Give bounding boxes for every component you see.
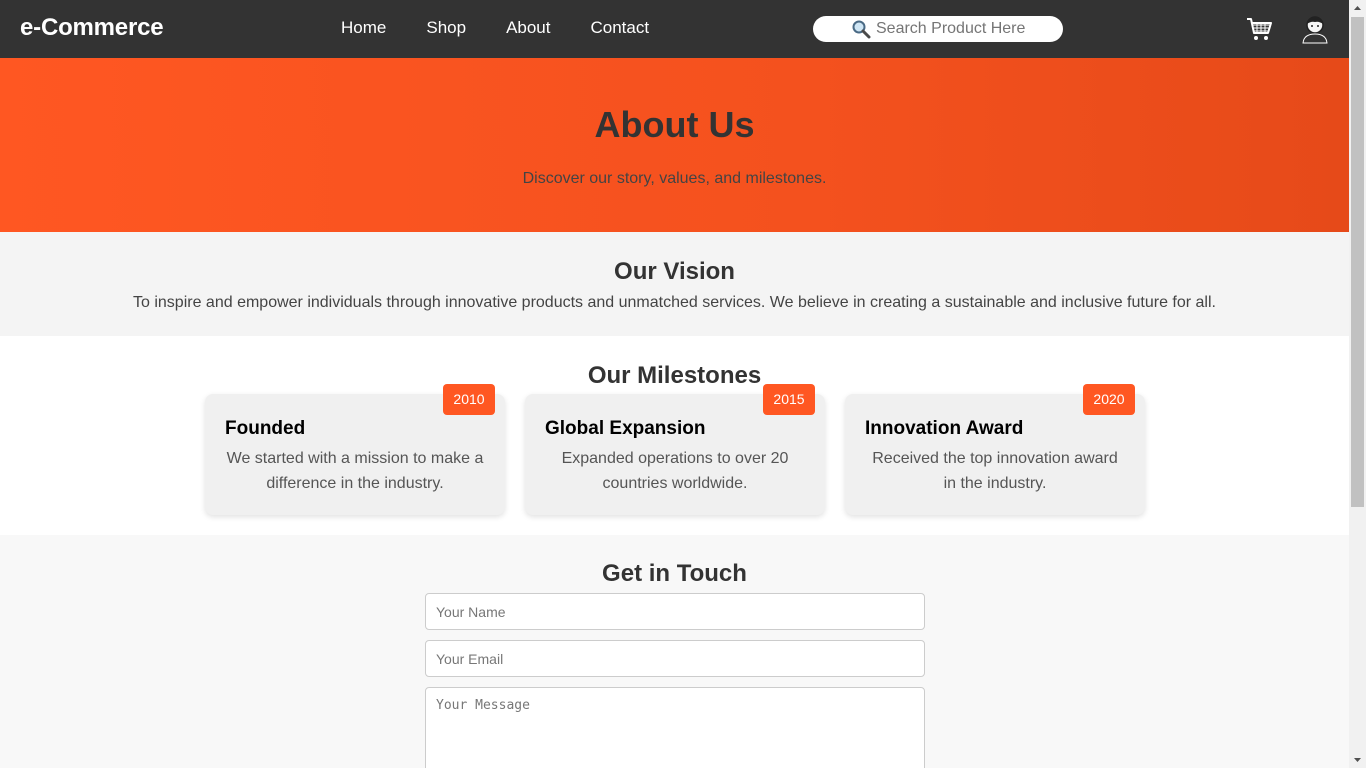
milestone-year-badge: 2020 [1083, 384, 1135, 415]
page-scrollbar[interactable] [1349, 0, 1366, 768]
milestone-text: Expanded operations to over 20 countries… [561, 450, 789, 492]
vision-text: To inspire and empower individuals throu… [133, 294, 1216, 311]
nav-links: Home Shop About Contact [341, 18, 649, 38]
nav-link-contact[interactable]: Contact [591, 18, 650, 38]
milestone-title: Founded [225, 418, 306, 439]
milestones-title: Our Milestones [587, 362, 762, 389]
milestone-card: 2015 Global Expansion Expanded operation… [525, 384, 825, 515]
page: e-Commerce Home Shop About Contact Searc… [0, 0, 1349, 768]
name-field[interactable] [425, 593, 925, 630]
nav-link-about[interactable]: About [506, 18, 550, 38]
search-input[interactable] [876, 20, 1076, 38]
vision-section: Our Vision To inspire and empower indivi… [0, 232, 1349, 336]
page-title: About Us [594, 104, 755, 145]
milestones-section: Our Milestones 2010 Founded We started w… [0, 336, 1349, 535]
contact-section: Get in Touch [0, 535, 1349, 768]
milestone-text: We started with a mission to make a diff… [226, 450, 484, 492]
milestone-title: Global Expansion [545, 418, 706, 439]
scroll-up-arrow-icon[interactable] [1349, 0, 1366, 17]
milestone-card: 2010 Founded We started with a mission t… [205, 384, 505, 515]
brand-logo[interactable]: e-Commerce [20, 14, 164, 42]
nav-link-home[interactable]: Home [341, 18, 386, 38]
search-bar[interactable] [813, 16, 1076, 42]
hero-subtitle: Discover our story, values, and mileston… [522, 170, 827, 187]
milestone-year-badge: 2010 [443, 384, 495, 415]
nav-link-shop[interactable]: Shop [426, 18, 466, 38]
scroll-down-arrow-icon[interactable] [1349, 751, 1366, 768]
milestone-card: 2020 Innovation Award Received the top i… [845, 384, 1145, 515]
cart-icon[interactable] [1245, 15, 1273, 43]
email-field[interactable] [425, 640, 925, 677]
milestone-year-badge: 2015 [763, 384, 815, 415]
message-field[interactable] [425, 687, 925, 768]
contact-title: Get in Touch [602, 560, 747, 587]
navbar: e-Commerce Home Shop About Contact [0, 0, 1349, 58]
milestone-title: Innovation Award [865, 418, 1024, 439]
user-icon[interactable] [1301, 14, 1329, 44]
scrollbar-thumb[interactable] [1351, 17, 1364, 507]
milestone-text: Received the top innovation award in the… [872, 450, 1118, 492]
search-icon [852, 20, 871, 39]
vision-title: Our Vision [614, 258, 735, 285]
hero-banner: About Us Discover our story, values, and… [0, 58, 1349, 232]
